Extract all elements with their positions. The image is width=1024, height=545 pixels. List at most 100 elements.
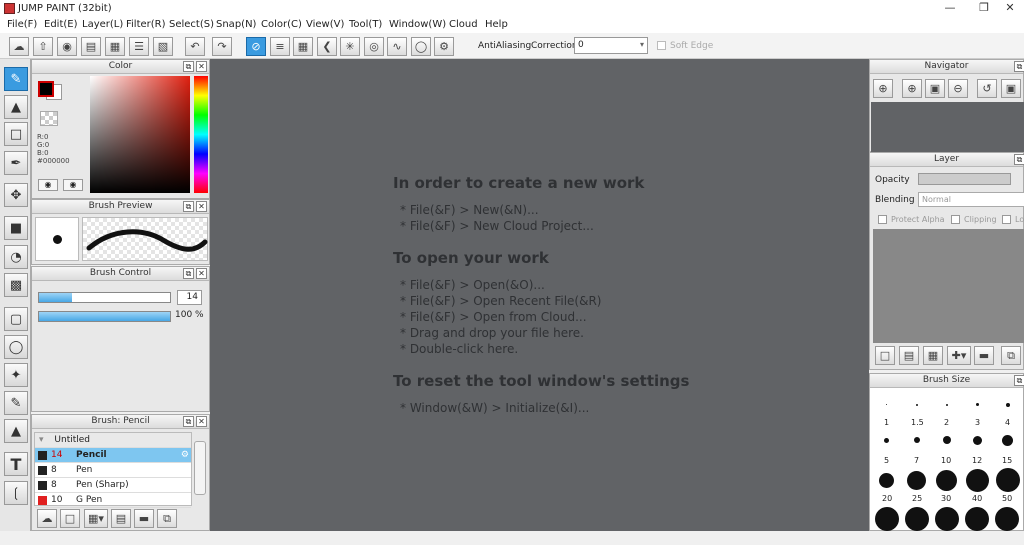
lasso-tool-icon[interactable]: ◯ xyxy=(4,335,28,359)
menu-cloud[interactable]: Cloud xyxy=(449,19,478,30)
brush-menu-icon[interactable]: ▦▾ xyxy=(84,509,108,528)
size-dot-40[interactable] xyxy=(966,469,989,492)
redo-icon[interactable]: ↷ xyxy=(212,37,232,56)
copy-layer-icon[interactable]: ▤ xyxy=(899,346,919,365)
float-icon[interactable]: ⧉ xyxy=(1014,61,1024,72)
fill-rect-tool-icon[interactable]: ■ xyxy=(4,216,28,240)
float-icon[interactable]: ⧉ xyxy=(183,416,194,427)
minimize-button[interactable]: — xyxy=(936,1,964,15)
brush-opacity-slider[interactable] xyxy=(38,311,171,322)
duplicate-layer-icon[interactable]: ▦ xyxy=(923,346,943,365)
size-dot-30[interactable] xyxy=(936,470,957,491)
gradient-tool-icon[interactable]: ▩ xyxy=(4,273,28,297)
brush-item[interactable]: 8 Pen (Sharp) xyxy=(35,478,191,493)
saturation-value-field[interactable] xyxy=(90,76,190,193)
menu-view[interactable]: View(V) xyxy=(306,19,344,30)
correction-select[interactable]: 0 ▾ xyxy=(574,37,648,54)
zoom-out-icon[interactable]: ⊖ xyxy=(948,79,968,98)
layer-list[interactable] xyxy=(873,229,1024,343)
restore-button[interactable]: ❐ xyxy=(970,1,998,15)
concentric-snap-icon[interactable]: ◎ xyxy=(364,37,384,56)
float-icon[interactable]: ⧉ xyxy=(1014,154,1024,165)
size-dot-12[interactable] xyxy=(973,436,982,445)
size-dot-15[interactable] xyxy=(1002,435,1013,446)
soft-edge-checkbox[interactable] xyxy=(657,41,666,50)
size-dot-10[interactable] xyxy=(943,436,951,444)
close-icon[interactable]: ✕ xyxy=(196,61,207,72)
menu-edit[interactable]: Edit(E) xyxy=(44,19,78,30)
size-dot-large[interactable] xyxy=(965,507,989,531)
eyedropper-tool-icon[interactable]: ❲ xyxy=(4,481,28,505)
menu-snap[interactable]: Snap(N) xyxy=(216,19,256,30)
move-tool-icon[interactable]: ✥ xyxy=(4,183,28,207)
folder-icon[interactable]: ▬ xyxy=(134,509,154,528)
lock-checkbox[interactable] xyxy=(1002,215,1011,224)
brush-item[interactable]: 10 G Pen xyxy=(35,493,191,508)
curve-snap-icon[interactable]: ∿ xyxy=(387,37,407,56)
merge-layer-icon[interactable]: ⧉ xyxy=(1001,346,1021,365)
size-dot-5[interactable] xyxy=(884,438,889,443)
brush-size-slider[interactable] xyxy=(38,292,171,303)
folder-icon[interactable]: ▬ xyxy=(974,346,994,365)
fit-window-icon[interactable]: ▣ xyxy=(925,79,945,98)
cloud-download-icon[interactable]: ☁ xyxy=(37,509,57,528)
rotate-icon[interactable]: ↺ xyxy=(977,79,997,98)
snap-settings-icon[interactable]: ⚙ xyxy=(434,37,454,56)
text-tool-icon[interactable]: T xyxy=(4,452,28,476)
menu-tool[interactable]: Tool(T) xyxy=(349,19,382,30)
foreground-color-swatch[interactable] xyxy=(38,81,54,97)
new-layer-icon[interactable]: □ xyxy=(875,346,895,365)
cloud-icon[interactable]: ☁ xyxy=(9,37,29,56)
float-icon[interactable]: ⧉ xyxy=(183,268,194,279)
size-dot-large[interactable] xyxy=(995,507,1019,531)
size-dot-4[interactable] xyxy=(1006,403,1010,407)
zoom-fit-icon[interactable]: ⊕ xyxy=(873,79,893,98)
float-icon[interactable]: ⧉ xyxy=(1014,375,1024,386)
flip-icon[interactable]: ▣ xyxy=(1001,79,1021,98)
menu-color[interactable]: Color(C) xyxy=(261,19,302,30)
document-icon[interactable]: ▦ xyxy=(105,37,125,56)
grid-settings-icon[interactable]: ▧ xyxy=(153,37,173,56)
circle-snap-icon[interactable]: ◯ xyxy=(411,37,431,56)
radial-snap-icon[interactable]: ❮ xyxy=(317,37,337,56)
burst-snap-icon[interactable]: ✳ xyxy=(340,37,360,56)
navigator-preview[interactable] xyxy=(871,102,1024,152)
comment-icon[interactable]: ◉ xyxy=(57,37,77,56)
size-dot-25[interactable] xyxy=(907,471,926,490)
color-mode-button[interactable]: ◉ xyxy=(38,179,58,191)
brush-size-input[interactable]: 14 xyxy=(177,290,202,305)
float-icon[interactable]: ⧉ xyxy=(183,201,194,212)
gear-icon[interactable]: ⚙ xyxy=(181,448,189,463)
close-icon[interactable]: ✕ xyxy=(196,201,207,212)
menu-layer[interactable]: Layer(L) xyxy=(82,19,123,30)
layer-menu-icon[interactable]: ✚▾ xyxy=(947,346,971,365)
pencil-tool-icon[interactable]: ✎ xyxy=(4,67,28,91)
brush-list-scrollbar[interactable] xyxy=(194,441,206,495)
new-brush-icon[interactable]: □ xyxy=(60,509,80,528)
close-button[interactable]: ✕ xyxy=(996,1,1024,15)
upload-icon[interactable]: ⇧ xyxy=(33,37,53,56)
list-icon[interactable]: ☰ xyxy=(129,37,149,56)
close-icon[interactable]: ✕ xyxy=(196,268,207,279)
protect-alpha-checkbox[interactable] xyxy=(878,215,887,224)
close-icon[interactable]: ✕ xyxy=(196,416,207,427)
menu-file[interactable]: File(F) xyxy=(7,19,37,30)
layer-opacity-slider[interactable] xyxy=(918,173,1011,185)
clipping-checkbox[interactable] xyxy=(951,215,960,224)
size-dot-large[interactable] xyxy=(935,507,959,531)
snap-off-icon[interactable]: ⊘ xyxy=(246,37,266,56)
bucket-tool-icon[interactable]: ◔ xyxy=(4,245,28,269)
size-dot-1[interactable] xyxy=(886,404,887,405)
parallel-snap-icon[interactable]: ≡ xyxy=(270,37,290,56)
select-rect-tool-icon[interactable]: ▢ xyxy=(4,307,28,331)
canvas-area[interactable]: In order to create a new work * File(&F)… xyxy=(210,59,869,531)
float-icon[interactable]: ⧉ xyxy=(183,61,194,72)
hue-slider[interactable] xyxy=(194,76,208,193)
menu-help[interactable]: Help xyxy=(485,19,508,30)
eraser-tool-icon[interactable]: ▲ xyxy=(4,95,28,119)
undo-icon[interactable]: ↶ xyxy=(185,37,205,56)
duplicate-icon[interactable]: ⧉ xyxy=(157,509,177,528)
blur-tool-icon[interactable]: ✒ xyxy=(4,151,28,175)
brush-item[interactable]: 14 Pencil ⚙ xyxy=(35,448,191,463)
menu-window[interactable]: Window(W) xyxy=(389,19,446,30)
